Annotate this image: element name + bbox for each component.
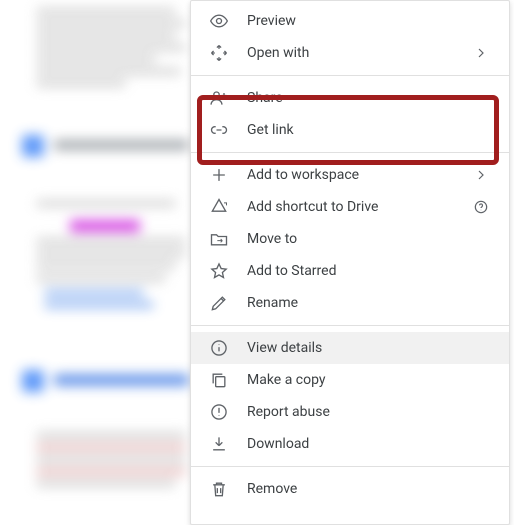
star-icon bbox=[209, 261, 229, 281]
menu-item-move-to[interactable]: Move to bbox=[191, 223, 509, 255]
menu-item-rename[interactable]: Rename bbox=[191, 287, 509, 319]
menu-item-preview[interactable]: Preview bbox=[191, 5, 509, 37]
menu-item-label: Move to bbox=[247, 231, 491, 247]
menu-item-label: Open with bbox=[247, 45, 471, 61]
person-add-icon bbox=[209, 88, 229, 108]
menu-separator bbox=[191, 466, 509, 467]
menu-item-label: Rename bbox=[247, 295, 491, 311]
menu-item-add-shortcut[interactable]: Add shortcut to Drive bbox=[191, 191, 509, 223]
open-with-icon bbox=[209, 43, 229, 63]
menu-item-download[interactable]: Download bbox=[191, 428, 509, 460]
menu-item-label: Remove bbox=[247, 481, 491, 497]
menu-item-label: Download bbox=[247, 436, 491, 452]
chevron-right-icon bbox=[471, 167, 491, 183]
info-icon bbox=[209, 338, 229, 358]
menu-item-label: View details bbox=[247, 340, 491, 356]
menu-item-get-link[interactable]: Get link bbox=[191, 114, 509, 146]
menu-separator bbox=[191, 75, 509, 76]
link-icon bbox=[209, 120, 229, 140]
menu-item-label: Preview bbox=[247, 13, 491, 29]
menu-item-label: Share bbox=[247, 90, 491, 106]
menu-item-label: Get link bbox=[247, 122, 491, 138]
copy-icon bbox=[209, 370, 229, 390]
menu-item-label: Make a copy bbox=[247, 372, 491, 388]
help-icon[interactable] bbox=[471, 199, 491, 215]
trash-icon bbox=[209, 479, 229, 499]
menu-item-share[interactable]: Share bbox=[191, 82, 509, 114]
menu-item-label: Add shortcut to Drive bbox=[247, 199, 471, 215]
pencil-icon bbox=[209, 293, 229, 313]
eye-icon bbox=[209, 11, 229, 31]
context-menu: Preview Open with Share Get link Add to … bbox=[190, 0, 510, 525]
menu-item-label: Add to Starred bbox=[247, 263, 491, 279]
chevron-right-icon bbox=[471, 45, 491, 61]
menu-item-make-copy[interactable]: Make a copy bbox=[191, 364, 509, 396]
menu-item-report-abuse[interactable]: Report abuse bbox=[191, 396, 509, 428]
plus-icon bbox=[209, 165, 229, 185]
menu-separator bbox=[191, 152, 509, 153]
menu-item-label: Report abuse bbox=[247, 404, 491, 420]
menu-item-label: Add to workspace bbox=[247, 167, 471, 183]
menu-item-view-details[interactable]: View details bbox=[191, 332, 509, 364]
menu-item-remove[interactable]: Remove bbox=[191, 473, 509, 505]
folder-move-icon bbox=[209, 229, 229, 249]
download-icon bbox=[209, 434, 229, 454]
menu-item-open-with[interactable]: Open with bbox=[191, 37, 509, 69]
alert-icon bbox=[209, 402, 229, 422]
menu-item-star[interactable]: Add to Starred bbox=[191, 255, 509, 287]
drive-shortcut-icon bbox=[209, 197, 229, 217]
menu-separator bbox=[191, 325, 509, 326]
menu-item-add-workspace[interactable]: Add to workspace bbox=[191, 159, 509, 191]
